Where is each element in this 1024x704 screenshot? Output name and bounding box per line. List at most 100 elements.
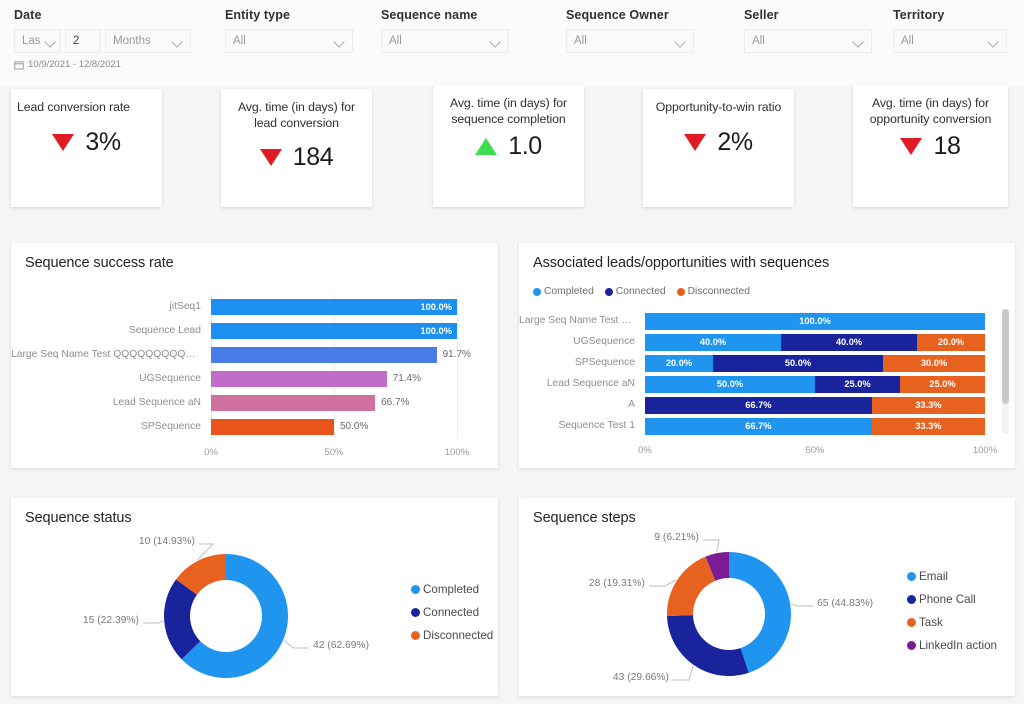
callout-leader-line	[703, 540, 719, 552]
legend-item[interactable]: Connected	[605, 286, 666, 297]
bar-value-label: 100.0%	[420, 323, 452, 339]
segment-value-label: 25.0%	[815, 376, 900, 393]
bar[interactable]	[211, 395, 375, 411]
donut-slice[interactable]	[667, 557, 715, 616]
donut-callout-label: 10 (14.93%)	[139, 536, 195, 547]
legend-item[interactable]: Phone Call	[907, 593, 997, 606]
filter-entity-type-label: Entity type	[225, 8, 353, 22]
stacked-bar-segment[interactable]: 50.0%	[645, 376, 815, 393]
panel-sequence-success-rate: Sequence success rate 0%50%100%jitSeq110…	[11, 243, 498, 468]
filter-sequence-owner-label: Sequence Owner	[566, 8, 694, 22]
kpi-number: 1.0	[508, 132, 542, 161]
stacked-bar-row[interactable]: 40.0%40.0%20.0%	[645, 334, 985, 351]
stacked-bar-segment[interactable]: 20.0%	[645, 355, 713, 372]
bar-value-label: 100.0%	[420, 299, 452, 315]
stacked-bar-segment[interactable]: 100.0%	[645, 313, 985, 330]
legend-item[interactable]: LinkedIn action	[907, 639, 997, 652]
callout-leader-line	[143, 620, 163, 623]
stacked-bar-row[interactable]: 20.0%50.0%30.0%	[645, 355, 985, 372]
bar-row[interactable]: SPSequence50.0%	[11, 419, 498, 435]
stacked-bar-row[interactable]: 50.0%25.0%25.0%	[645, 376, 985, 393]
filter-territory: Territory All	[893, 8, 1007, 53]
filter-seller: Seller All	[744, 8, 872, 53]
kpi-card-lead-conversion-rate[interactable]: Lead conversion rate 3%	[11, 89, 162, 207]
kpi-card-avg-time-opportunity-conversion[interactable]: Avg. time (in days) for opportunity conv…	[853, 85, 1008, 207]
legend-item[interactable]: Email	[907, 570, 997, 583]
bar[interactable]: 100.0%	[211, 299, 457, 315]
territory-select[interactable]: All	[893, 29, 1007, 53]
chevron-down-icon	[490, 36, 501, 47]
filter-date-label: Date	[14, 8, 191, 22]
chart-associated-leads-opportunities[interactable]: 0%50%100%Large Seq Name Test Q...100.0%U…	[519, 303, 1015, 468]
kpi-number: 2%	[717, 128, 752, 157]
bar-row[interactable]: UGSequence71.4%	[11, 371, 498, 387]
stacked-bar-segment[interactable]: 66.7%	[645, 418, 872, 435]
legend-item[interactable]: Connected	[411, 606, 493, 619]
segment-value-label: 20.0%	[645, 355, 713, 372]
stacked-bar-segment[interactable]: 66.7%	[645, 397, 872, 414]
donut-slice[interactable]	[667, 615, 749, 676]
bar[interactable]	[211, 347, 437, 363]
seller-select[interactable]: All	[744, 29, 872, 53]
stacked-bar-row[interactable]: 100.0%	[645, 313, 985, 330]
kpi-card-avg-time-lead-conversion[interactable]: Avg. time (in days) for lead conversion …	[221, 89, 372, 207]
bar[interactable]: 100.0%	[211, 323, 457, 339]
donut-callout-label: 42 (62.69%)	[313, 640, 369, 651]
kpi-number: 3%	[85, 128, 120, 157]
donut-graphic[interactable]	[141, 538, 371, 693]
chevron-down-icon	[675, 36, 686, 47]
trend-down-icon	[52, 134, 74, 151]
donut-graphic[interactable]	[647, 536, 887, 691]
kpi-value: 2%	[684, 128, 752, 157]
chart-scrollbar[interactable]	[1002, 309, 1009, 434]
bar[interactable]	[211, 371, 387, 387]
sequence-owner-select[interactable]: All	[566, 29, 694, 53]
bar-row[interactable]: Sequence Lead100.0%	[11, 323, 498, 339]
stacked-bar-segment[interactable]: 33.3%	[872, 418, 985, 435]
kpi-card-opportunity-to-win-ratio[interactable]: Opportunity-to-win ratio 2%	[643, 89, 794, 207]
legend-item[interactable]: Completed	[533, 286, 594, 297]
bar-category-label: UGSequence	[11, 371, 207, 387]
bar-row[interactable]: jitSeq1 100.0%	[11, 299, 498, 315]
stacked-bar-row[interactable]: 66.7%33.3%	[645, 418, 985, 435]
date-relation-select[interactable]: Last	[14, 29, 61, 53]
stacked-bar-segment[interactable]: 30.0%	[883, 355, 985, 372]
date-unit-select[interactable]: Months	[105, 29, 191, 53]
sequence-name-value: All	[389, 35, 486, 47]
stacked-bar-segment[interactable]: 40.0%	[645, 334, 781, 351]
chart-sequence-success-rate[interactable]: 0%50%100%jitSeq1100.0%Sequence Lead100.0…	[11, 285, 498, 468]
filter-sequence-owner: Sequence Owner All	[566, 8, 694, 53]
legend-item[interactable]: Task	[907, 616, 997, 629]
stacked-bar-segment[interactable]: 33.3%	[872, 397, 985, 414]
date-amount-input[interactable]: 2	[65, 29, 101, 53]
filter-territory-label: Territory	[893, 8, 1007, 22]
sequence-name-select[interactable]: All	[381, 29, 509, 53]
bar-row[interactable]: Lead Sequence aN66.7%	[11, 395, 498, 411]
chart-scrollbar-thumb[interactable]	[1002, 309, 1009, 404]
date-range-text: 10/9/2021 - 12/8/2021	[28, 59, 121, 70]
bar-category-label: Lead Sequence aN	[11, 395, 207, 411]
legend-item[interactable]: Disconnected	[677, 286, 750, 297]
bar-category-label: jitSeq1	[11, 299, 207, 315]
kpi-title: Avg. time (in days) for opportunity conv…	[859, 96, 1002, 127]
callout-leader-line	[673, 666, 693, 680]
stacked-bar-row[interactable]: 66.7%33.3%	[645, 397, 985, 414]
kpi-card-avg-time-sequence-completion[interactable]: Avg. time (in days) for sequence complet…	[433, 85, 584, 207]
legend-item[interactable]: Completed	[411, 583, 493, 596]
chart-legend: Completed Connected Disconnected	[411, 583, 493, 652]
segment-value-label: 100.0%	[645, 313, 985, 330]
filter-entity-type: Entity type All	[225, 8, 353, 53]
bar-row[interactable]: Large Seq Name Test QQQQQQQQQQQ...91.7%	[11, 347, 498, 363]
bar[interactable]	[211, 419, 334, 435]
entity-type-select[interactable]: All	[225, 29, 353, 53]
legend-item[interactable]: Disconnected	[411, 629, 493, 642]
kpi-value: 3%	[52, 128, 120, 157]
stacked-bar-segment[interactable]: 50.0%	[713, 355, 883, 372]
x-axis-tick: 0%	[638, 445, 652, 456]
donut-callout-label: 9 (6.21%)	[654, 532, 699, 543]
stacked-bar-segment[interactable]: 25.0%	[900, 376, 985, 393]
stacked-bar-segment[interactable]: 25.0%	[815, 376, 900, 393]
stacked-bar-segment[interactable]: 40.0%	[781, 334, 917, 351]
stacked-bar-segment[interactable]: 20.0%	[917, 334, 985, 351]
calendar-icon	[14, 60, 24, 70]
